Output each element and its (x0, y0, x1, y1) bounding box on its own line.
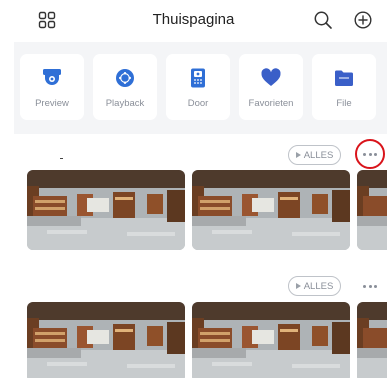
alles-label: ALLES (303, 280, 334, 292)
shortcut-door[interactable]: Door (166, 54, 230, 120)
top-bar: Thuispagina (0, 0, 387, 42)
add-icon[interactable] (352, 9, 374, 31)
shortcut-preview[interactable]: Preview (20, 54, 84, 120)
shortcut-label: File (336, 98, 352, 109)
play-icon (295, 152, 301, 158)
camera-thumbnail[interactable] (192, 302, 350, 378)
search-icon[interactable] (312, 9, 334, 31)
thumbnail-row-2 (0, 302, 387, 378)
shortcut-playback[interactable]: Playback (93, 54, 157, 120)
folder-icon (312, 67, 376, 89)
heart-icon (239, 67, 303, 89)
divider-mark (60, 158, 63, 159)
shortcut-label: Favorieten (248, 98, 294, 109)
camera-thumbnail[interactable] (192, 170, 350, 250)
playback-icon (93, 67, 157, 89)
camera-thumbnail[interactable] (27, 302, 185, 378)
highlight-circle (355, 139, 385, 169)
shortcut-bar: Preview Playback Door Favorieten File (14, 42, 387, 134)
shortcut-favorieten[interactable]: Favorieten (239, 54, 303, 120)
play-icon (295, 283, 301, 289)
camera-icon (20, 67, 84, 89)
alles-button[interactable]: ALLES (288, 276, 341, 296)
thumbnail-row-1 (0, 170, 387, 250)
door-intercom-icon (166, 67, 230, 89)
shortcut-label: Playback (105, 98, 145, 109)
alles-label: ALLES (303, 149, 334, 161)
shortcut-label: Preview (35, 98, 69, 109)
camera-thumbnail[interactable] (357, 302, 387, 378)
more-options-button[interactable] (360, 279, 380, 293)
shortcut-file[interactable]: File (312, 54, 376, 120)
camera-thumbnail[interactable] (27, 170, 185, 250)
alles-button[interactable]: ALLES (288, 145, 341, 165)
shortcut-label: Door (187, 98, 209, 109)
camera-thumbnail[interactable] (357, 170, 387, 250)
